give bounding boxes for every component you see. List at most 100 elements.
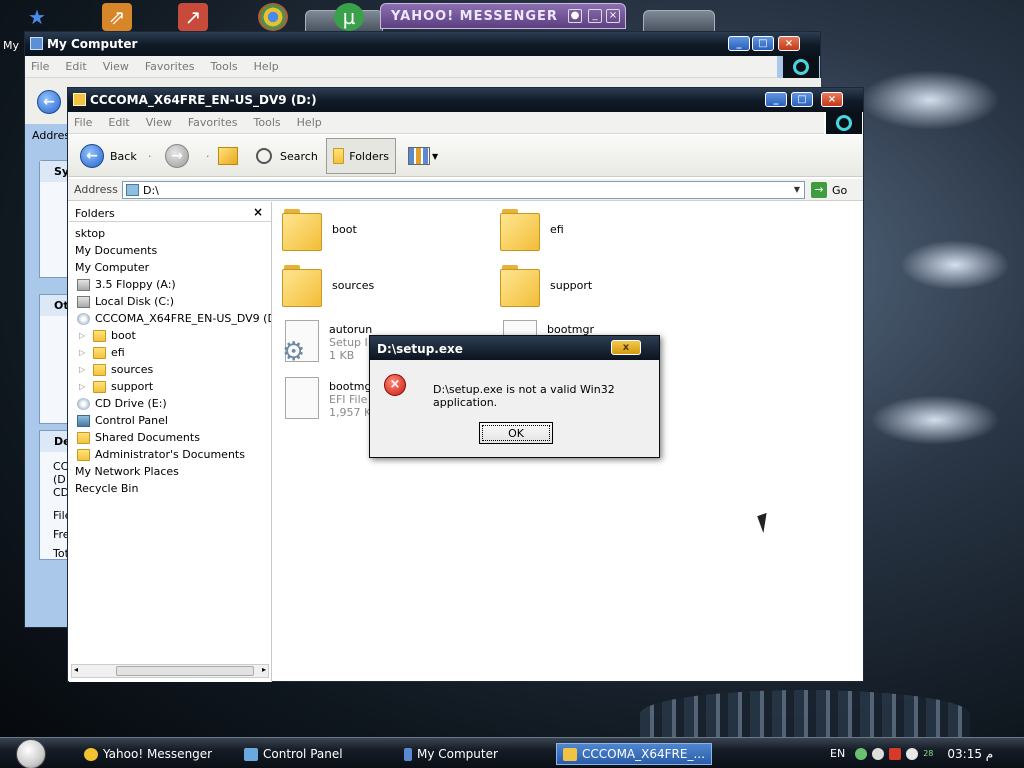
menu-tools[interactable]: Tools xyxy=(211,60,238,73)
my-computer-titlebar[interactable]: My Computer _ □ × xyxy=(25,32,820,56)
menu-favorites[interactable]: Favorites xyxy=(188,116,238,129)
folders-button[interactable]: Folders xyxy=(326,138,396,174)
go-button[interactable]: → Go xyxy=(811,182,847,198)
file-item[interactable]: efi xyxy=(500,207,564,251)
error-dialog[interactable]: D:\setup.exe x × D:\setup.exe is not a v… xyxy=(369,335,660,458)
close-panel-button[interactable]: × xyxy=(253,205,263,219)
volume-icon[interactable] xyxy=(872,747,885,760)
drive-icon xyxy=(126,184,139,196)
back-dropdown[interactable]: · xyxy=(148,141,152,171)
taskbar-control-panel[interactable]: Control Panel xyxy=(238,743,388,765)
taskbar-my-computer[interactable]: My Computer xyxy=(398,743,548,765)
tree-item[interactable]: Shared Documents xyxy=(77,429,200,446)
taskbar-explorer-active[interactable]: CCCOMA_X64FRE_... xyxy=(556,743,712,765)
scroll-left-icon[interactable]: ◂ xyxy=(74,665,78,674)
tree-item[interactable]: Recycle Bin xyxy=(75,480,138,497)
start-button-football-icon[interactable] xyxy=(16,739,46,768)
tree-item[interactable]: CCCOMA_X64FRE_EN-US_DV9 (D:) xyxy=(77,310,272,327)
tree-item[interactable]: ▷ efi xyxy=(79,344,125,361)
taskbar-yahoo-messenger[interactable]: Yahoo! Messenger xyxy=(78,743,228,765)
system-tray: EN 28 03:15 م xyxy=(830,738,1024,768)
ym-close-button[interactable]: × xyxy=(606,9,620,23)
chrome-icon[interactable] xyxy=(258,3,288,31)
file-detail: EFI File xyxy=(329,393,368,406)
file-item[interactable]: bootmg EFI File 1,957 K xyxy=(282,377,371,419)
ym-minimize-button[interactable]: _ xyxy=(588,9,602,23)
menu-help[interactable]: Help xyxy=(297,116,322,129)
network-icon[interactable] xyxy=(855,747,868,760)
menu-edit[interactable]: Edit xyxy=(65,60,86,73)
maximize-button[interactable]: □ xyxy=(752,36,774,51)
scrollbar-thumb[interactable] xyxy=(116,666,254,676)
messenger-tray-icon[interactable] xyxy=(906,747,919,760)
tree-item[interactable]: ▷ support xyxy=(79,378,153,395)
up-folder-button[interactable] xyxy=(218,141,238,171)
dialog-title: D:\setup.exe xyxy=(377,342,463,356)
expand-icon[interactable]: ▷ xyxy=(79,382,87,391)
recycle-tab[interactable] xyxy=(643,10,715,32)
menu-view[interactable]: View xyxy=(146,116,172,129)
utorrent-icon[interactable]: µ xyxy=(334,3,364,31)
menu-tools[interactable]: Tools xyxy=(254,116,281,129)
forward-button[interactable]: → xyxy=(165,141,195,171)
menu-file[interactable]: File xyxy=(74,116,92,129)
expand-icon[interactable]: ▷ xyxy=(79,365,87,374)
shield-icon[interactable] xyxy=(889,747,902,760)
tree-item[interactable]: My Network Places xyxy=(75,463,179,480)
menu-file[interactable]: File xyxy=(31,60,49,73)
minimize-button[interactable]: _ xyxy=(765,92,787,107)
address-input[interactable]: D:\ ▼ xyxy=(122,181,805,199)
ym-minimize-icon[interactable]: ● xyxy=(568,9,582,23)
language-indicator[interactable]: EN xyxy=(830,747,845,760)
stadium-light xyxy=(860,70,1000,130)
expand-icon[interactable]: ▷ xyxy=(79,331,87,340)
tree-item[interactable]: My Computer xyxy=(75,259,149,276)
clock[interactable]: 03:15 م xyxy=(947,747,993,761)
tree-item[interactable]: Local Disk (C:) xyxy=(77,293,174,310)
maximize-button[interactable]: □ xyxy=(791,92,813,107)
menu-view[interactable]: View xyxy=(103,60,129,73)
file-item[interactable]: boot xyxy=(282,207,357,251)
scroll-right-icon[interactable]: ▸ xyxy=(262,665,266,674)
shortcut-icon[interactable]: ↗ xyxy=(178,3,208,31)
expand-icon[interactable]: ▷ xyxy=(79,348,87,357)
tray-badge[interactable]: 28 xyxy=(923,749,933,758)
close-button[interactable]: × xyxy=(821,92,843,107)
menu-favorites[interactable]: Favorites xyxy=(145,60,195,73)
menu-help[interactable]: Help xyxy=(254,60,279,73)
ok-button[interactable]: OK xyxy=(479,422,553,444)
star-icon[interactable]: ★ xyxy=(22,3,52,31)
file-item[interactable]: autorunSetup I1 KB xyxy=(282,320,372,367)
back-arrow-icon: ← xyxy=(80,144,104,168)
file-item[interactable]: support xyxy=(500,263,592,307)
drive-icon xyxy=(77,295,90,308)
tree-item[interactable]: Control Panel xyxy=(77,412,168,429)
taskbar-label: My Computer xyxy=(417,747,498,761)
tree-item[interactable]: My Documents xyxy=(75,242,157,259)
minimize-button[interactable]: _ xyxy=(728,36,750,51)
folders-panel[interactable]: Folders × sktop My Documents My Computer 3.… xyxy=(69,202,272,682)
tree-item[interactable]: CD Drive (E:) xyxy=(77,395,167,412)
tree-item[interactable]: ▷ boot xyxy=(79,327,136,344)
address-dropdown-icon[interactable]: ▼ xyxy=(790,182,804,198)
back-button[interactable]: ← Back xyxy=(80,141,137,171)
close-button[interactable]: × xyxy=(778,36,800,51)
tree-item[interactable]: sktop xyxy=(75,225,105,242)
dialog-titlebar[interactable]: D:\setup.exe x xyxy=(370,336,659,360)
forward-dropdown[interactable]: · xyxy=(206,141,210,171)
views-button[interactable]: ▼ xyxy=(408,141,438,171)
dialog-close-button[interactable]: x xyxy=(611,340,641,355)
tree-item[interactable]: Administrator's Documents xyxy=(77,446,245,463)
back-arrow-icon[interactable]: ← xyxy=(37,90,61,114)
tree-item[interactable]: ▷ sources xyxy=(79,361,153,378)
search-button[interactable]: Search xyxy=(256,141,318,171)
menu-edit[interactable]: Edit xyxy=(108,116,129,129)
explorer-titlebar[interactable]: CCCOMA_X64FRE_EN-US_DV9 (D:) _ □ × xyxy=(68,88,863,112)
tree-item[interactable]: 3.5 Floppy (A:) xyxy=(77,276,176,293)
file-name: efi xyxy=(550,223,564,236)
tree-item-label: CCCOMA_X64FRE_EN-US_DV9 (D:) xyxy=(95,312,272,325)
tree-horizontal-scrollbar[interactable]: ◂ ▸ xyxy=(71,664,269,678)
file-item[interactable]: sources xyxy=(282,263,374,307)
detail-fragment: CD xyxy=(53,486,70,499)
app-shortcut-icon[interactable]: ⇗ xyxy=(102,3,132,31)
